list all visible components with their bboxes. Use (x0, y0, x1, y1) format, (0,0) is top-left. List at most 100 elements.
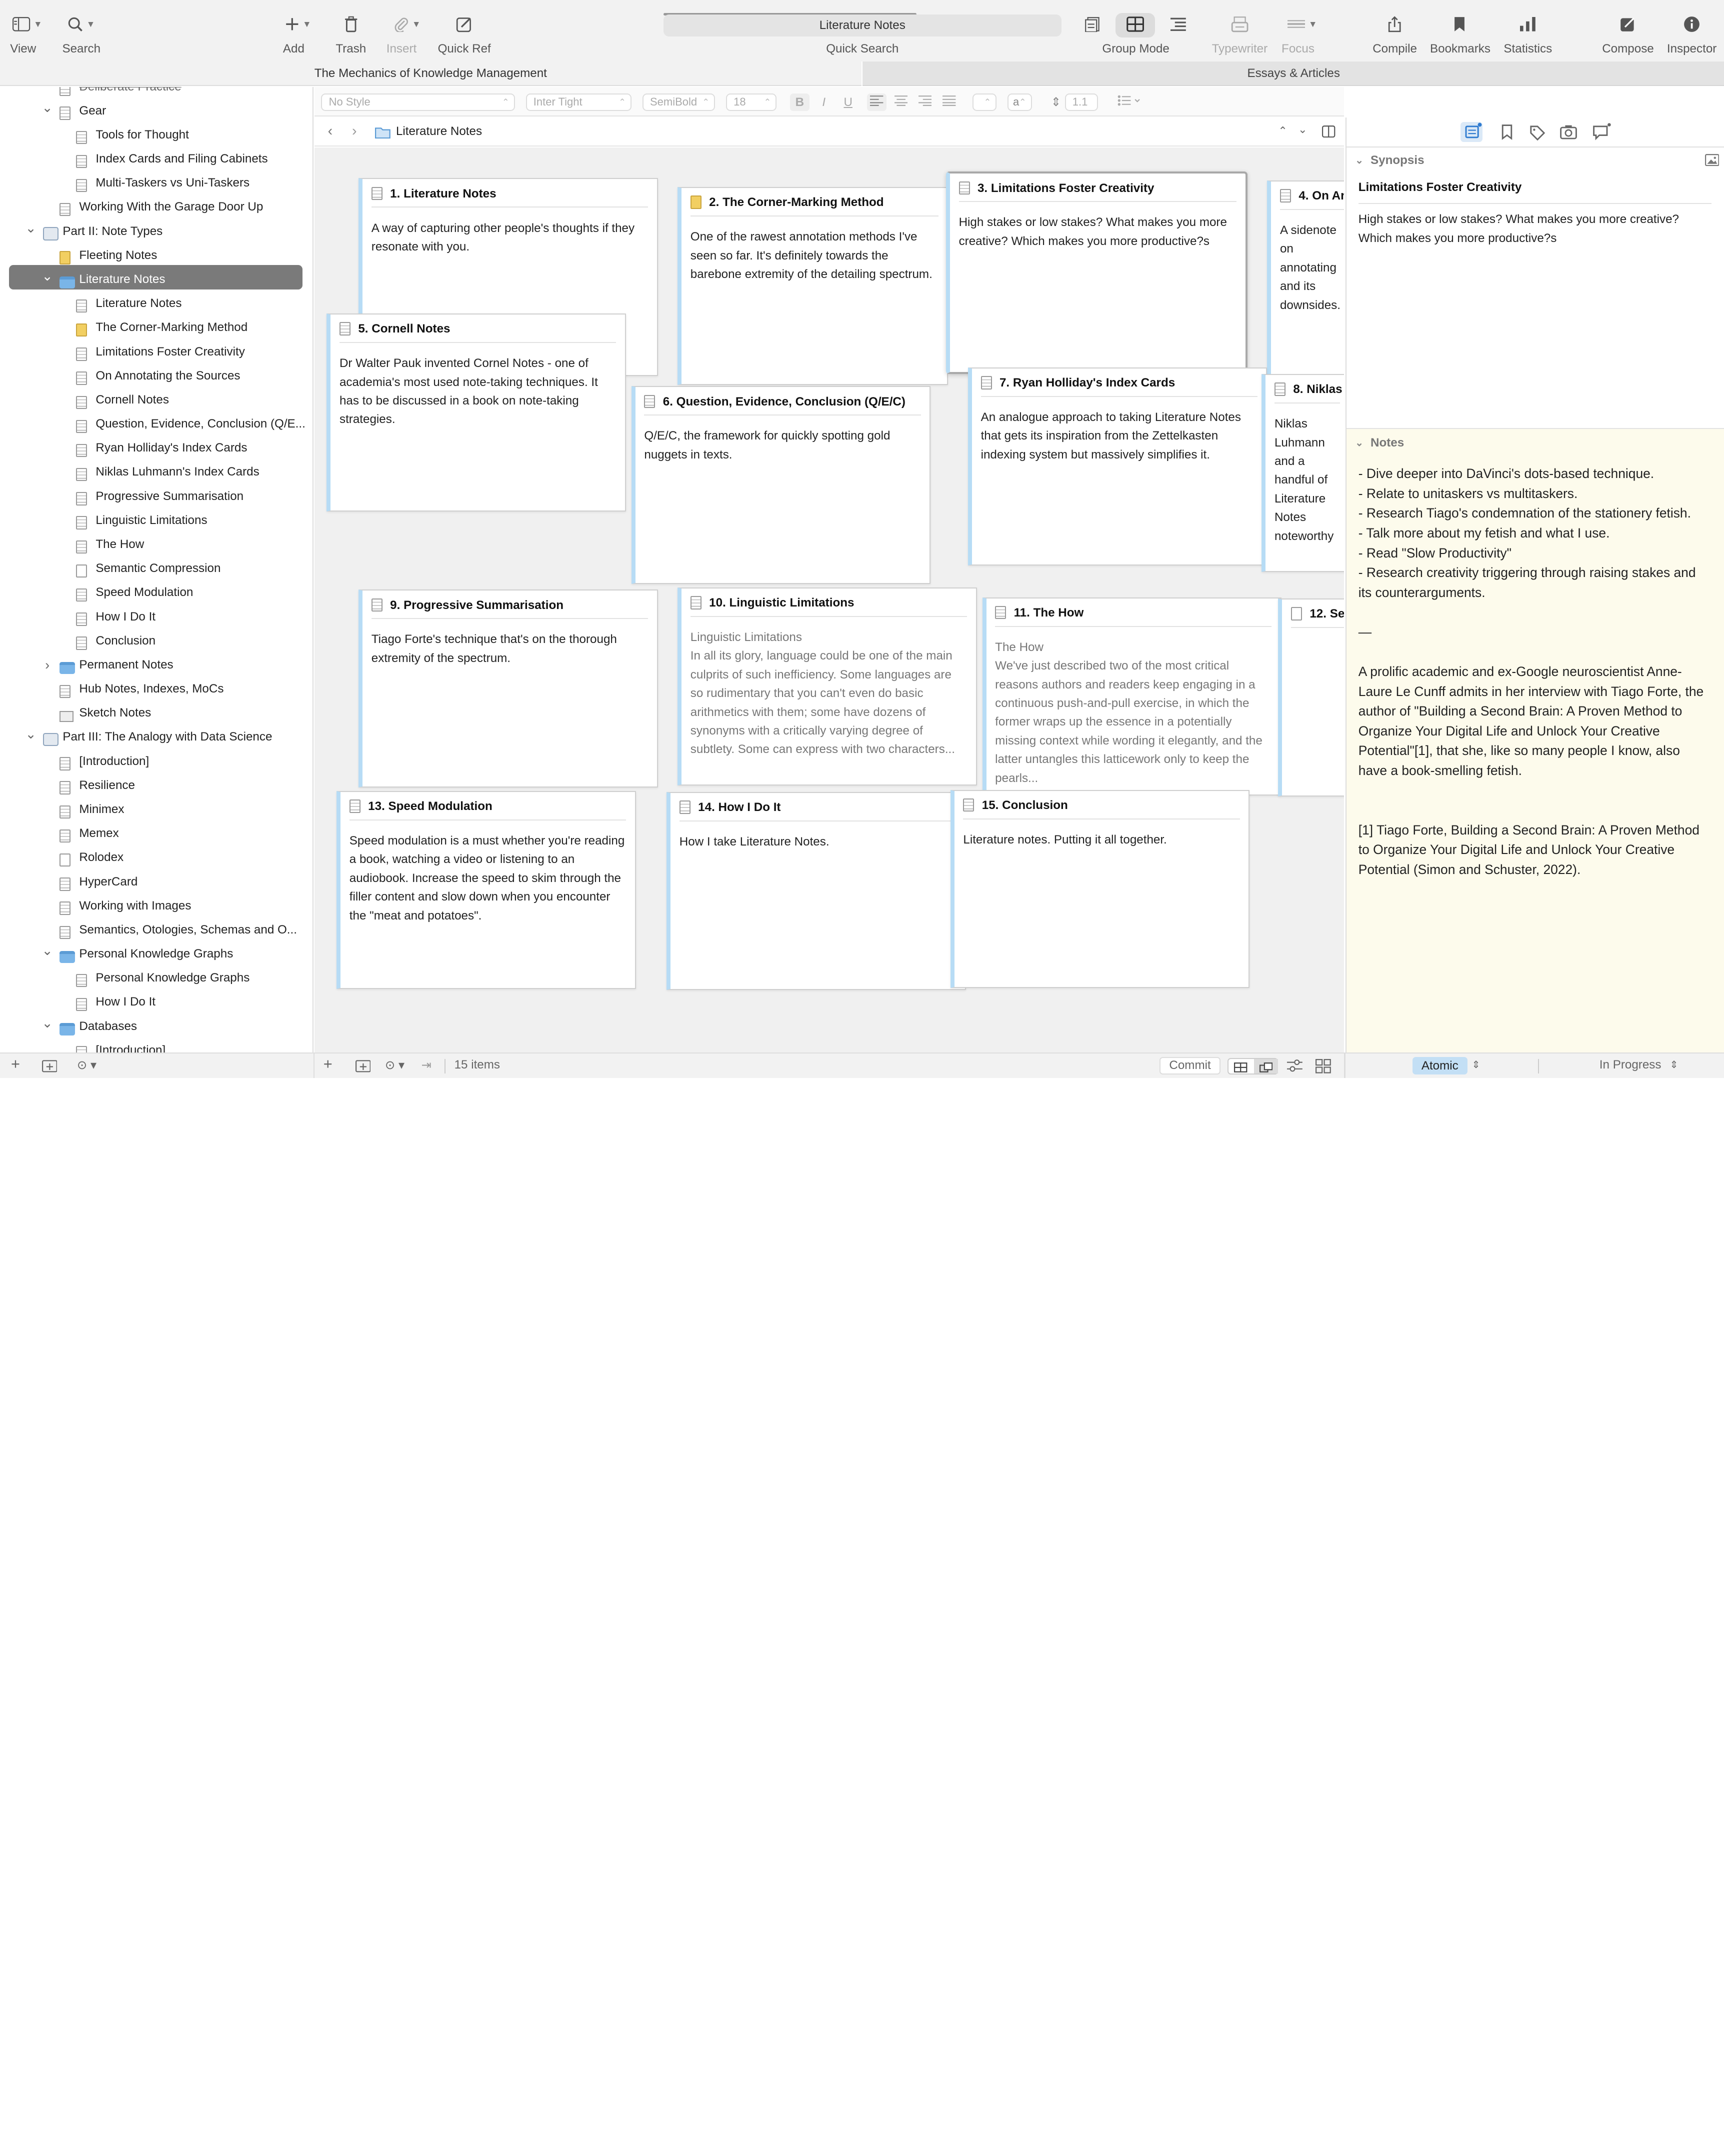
binder-item[interactable]: Tools for Thought (0, 123, 312, 147)
text-color-select[interactable]: a ⌃ (1008, 93, 1032, 112)
binder-item[interactable]: ⌄ Literature Notes (0, 268, 312, 292)
outliner-mode-button[interactable] (1168, 13, 1188, 35)
card-title[interactable]: 9. Progressive Summarisation (390, 598, 564, 612)
index-card[interactable]: 10. Linguistic Limitations Linguistic Lim… (678, 587, 977, 786)
status-chevron-icon[interactable]: ⇕ (1670, 1059, 1678, 1071)
card-synopsis[interactable]: Speed modulation is a must whether you'r… (350, 832, 626, 925)
add-folder-icon[interactable] (42, 1059, 58, 1072)
card-title[interactable]: 12. Semantic Compression (1310, 607, 1344, 620)
bookmarks-tab[interactable] (1496, 122, 1518, 142)
card-title[interactable]: 8. Niklas Luhmann's Index Cards (1293, 382, 1344, 396)
align-left-button[interactable] (866, 93, 887, 112)
binder-item[interactable]: HyperCard (0, 870, 312, 894)
next-document-icon[interactable]: ⌃ (1298, 122, 1307, 135)
card-synopsis[interactable]: Literature notes. Putting it all togethe… (963, 830, 1240, 849)
index-card[interactable]: 5. Cornell Notes Dr Walter Pauk invented … (326, 313, 626, 512)
font-size-select[interactable]: 18 ⌃ (726, 93, 777, 112)
breadcrumb[interactable]: Literature Notes (396, 124, 482, 138)
card-synopsis[interactable]: How I take Literature Notes. (680, 832, 956, 851)
binder-item[interactable]: Question, Evidence, Conclusion (Q/E... (0, 412, 312, 436)
binder-item[interactable]: How I Do It (0, 605, 312, 629)
card-title[interactable]: 2. The Corner-Marking Method (709, 196, 884, 209)
card-synopsis[interactable]: A sidenote on annotating and its downsid… (1280, 221, 1344, 314)
highlight-color-select[interactable]: ⌃ (972, 93, 997, 112)
binder-item[interactable]: Memex (0, 822, 312, 846)
card-view-toggle[interactable] (1228, 1058, 1278, 1075)
split-editor-icon[interactable] (1322, 125, 1336, 138)
statistics-button[interactable]: Statistics (1500, 13, 1556, 56)
notes-tab[interactable] (1460, 122, 1483, 142)
italic-button[interactable]: I (814, 94, 834, 111)
binder-item[interactable]: Working with Images (0, 894, 312, 918)
binder-item[interactable]: ⌄ Gear (0, 99, 312, 123)
focus-button[interactable]: ▼ Focus (1282, 13, 1322, 56)
card-title[interactable]: 14. How I Do It (698, 800, 780, 814)
index-card[interactable]: 6. Question, Evidence, Conclusion (Q/E/C… (631, 386, 931, 584)
add-document-plus-icon[interactable]: + (11, 1055, 20, 1073)
forward-arrow-icon[interactable]: › (352, 123, 357, 140)
previous-document-icon[interactable]: ⌃ (1278, 124, 1287, 138)
card-title[interactable]: 6. Question, Evidence, Conclusion (Q/E/C… (663, 395, 906, 408)
chevron-down-icon[interactable]: ⌄ (40, 938, 54, 962)
binder-item[interactable]: ⌄ Databases (0, 1014, 312, 1038)
style-select[interactable]: No Style ⌃ (321, 93, 515, 112)
chevron-down-icon[interactable]: ⌄ (40, 96, 54, 120)
binder-item[interactable]: ⌄ Part III: The Analogy with Data Science (0, 725, 312, 749)
back-arrow-icon[interactable]: ‹ (328, 123, 333, 140)
binder-item[interactable]: On Annotating the Sources (0, 364, 312, 388)
synopsis-header[interactable]: ⌄ Synopsis (1346, 148, 1724, 172)
list-format-button[interactable] (1116, 94, 1144, 111)
label-chevron-icon[interactable]: ⇕ (1472, 1059, 1480, 1071)
binder-item[interactable]: ⌄ Personal Knowledge Graphs (0, 942, 312, 966)
add-folder-icon[interactable] (355, 1059, 371, 1072)
card-synopsis[interactable]: The How We've just described two of the m… (995, 638, 1272, 788)
binder-item[interactable]: Limitations Foster Creativity (0, 340, 312, 364)
index-card[interactable]: 11. The How The How We've just described t… (982, 597, 1282, 796)
editor-header-left[interactable]: The Mechanics of Knowledge Management (0, 62, 862, 86)
binder-item[interactable]: Linguistic Limitations (0, 508, 312, 532)
status-select[interactable]: In Progress (1600, 1058, 1662, 1072)
binder-item[interactable]: Sketch Notes (0, 701, 312, 725)
card-synopsis[interactable]: Linguistic Limitations In all its glory, … (690, 628, 967, 759)
binder-item[interactable]: Cornell Notes (0, 388, 312, 412)
add-button[interactable]: ▼ Add (280, 13, 317, 56)
card-title[interactable]: 1. Literature Notes (390, 187, 496, 200)
index-card[interactable]: 2. The Corner-Marking Method One of the r… (678, 186, 948, 385)
card-title[interactable]: 7. Ryan Holliday's Index Cards (1000, 376, 1175, 390)
binder-item[interactable]: Progressive Summarisation (0, 484, 312, 508)
binder-item[interactable]: Personal Knowledge Graphs (0, 966, 312, 990)
quick-search-field[interactable]: Literature Notes (663, 14, 1062, 36)
binder-item[interactable]: Index Cards and Filing Cabinets (0, 147, 312, 171)
card-synopsis[interactable]: Tiago Forte's technique that's on the th… (372, 630, 648, 668)
bold-button[interactable]: B (790, 93, 810, 112)
search-button[interactable]: ▼ Search (62, 13, 101, 56)
index-card[interactable]: 15. Conclusion Literature notes. Putting … (950, 790, 1250, 988)
notes-area[interactable]: ⌄ Notes - Dive deeper into DaVinci's dots… (1346, 428, 1724, 1053)
synopsis-title[interactable]: Limitations Foster Creativity (1358, 180, 1712, 204)
binder-item[interactable]: Ryan Holliday's Index Cards (0, 436, 312, 460)
index-card[interactable]: 8. Niklas Luhmann's Index Cards Niklas Lu… (1262, 374, 1344, 572)
binder-item[interactable]: Rolodex (0, 846, 312, 870)
binder-item[interactable]: Multi-Taskers vs Uni-Taskers (0, 171, 312, 195)
line-spacing-select[interactable]: 1.1 (1064, 93, 1098, 112)
snapshots-tab[interactable] (1558, 122, 1580, 142)
card-title[interactable]: 5. Cornell Notes (358, 322, 450, 336)
align-right-button[interactable] (915, 94, 935, 111)
bookmarks-button[interactable]: Bookmarks (1430, 13, 1490, 56)
binder-item[interactable]: Niklas Luhmann's Index Cards (0, 460, 312, 484)
move-to-icon[interactable]: ⇥ (422, 1058, 432, 1072)
arrange-cards-icon[interactable] (1287, 1059, 1302, 1074)
image-synopsis-icon[interactable] (1704, 154, 1720, 166)
chevron-down-icon[interactable]: ⌄ (40, 264, 54, 288)
index-card[interactable]: 9. Progressive Summarisation Tiago Forte'… (358, 590, 658, 788)
corkboard-mode-button[interactable] (1124, 13, 1146, 35)
editor-header-right[interactable]: Essays & Articles (862, 62, 1724, 86)
binder-item[interactable]: The How (0, 532, 312, 556)
typewriter-button[interactable]: Typewriter (1210, 13, 1270, 56)
synopsis-text[interactable]: High stakes or low stakes? What makes yo… (1358, 210, 1708, 248)
index-card[interactable]: 3. Limitations Foster Creativity High sta… (946, 172, 1248, 374)
binder-item[interactable]: [Introduction] (0, 750, 312, 774)
label-select[interactable]: Atomic (1412, 1056, 1468, 1075)
binder-item[interactable]: Conclusion (0, 629, 312, 653)
commit-button[interactable]: Commit (1159, 1056, 1221, 1075)
